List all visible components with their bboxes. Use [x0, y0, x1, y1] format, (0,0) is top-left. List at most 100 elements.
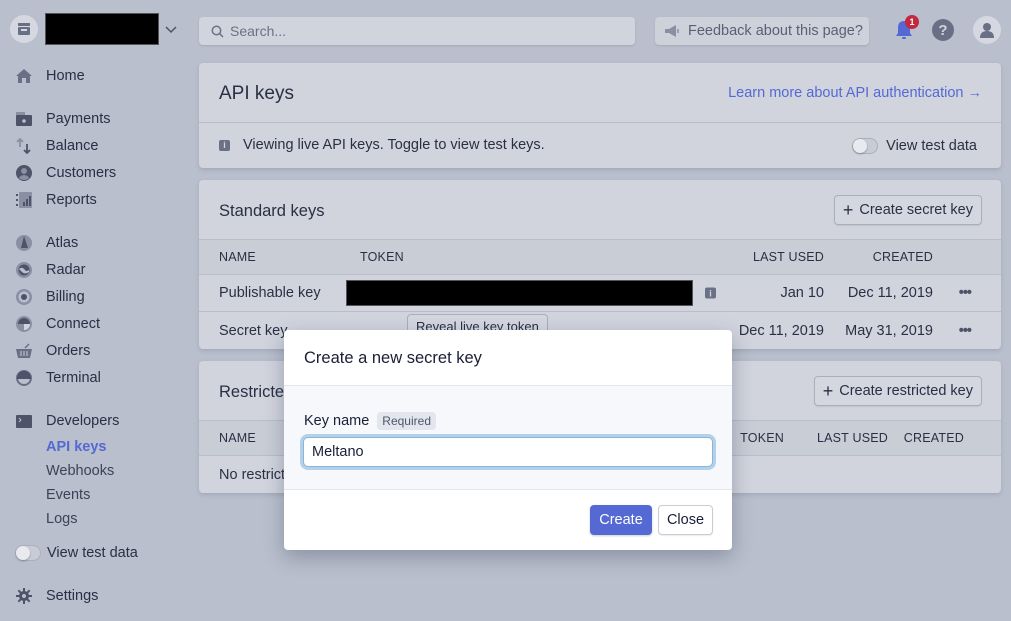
sidebar-item-label: Connect [46, 316, 101, 332]
sidebar-subitem-api-keys[interactable]: API keys [46, 439, 106, 455]
feedback-label: Feedback about this page? [688, 23, 863, 39]
section-title: Standard keys [219, 202, 325, 220]
standard-keys-card: Standard keys + Create secret key NAME T… [199, 180, 1001, 349]
sidebar-subitem-logs[interactable]: Logs [46, 511, 77, 527]
sidebar-item-label: Payments [46, 111, 111, 127]
sidebar: Home Payments Balance Customers Reports … [0, 0, 190, 621]
sidebar-subitem-webhooks[interactable]: Webhooks [46, 463, 114, 479]
modal-title: Create a new secret key [284, 330, 732, 386]
key-name: Secret key [219, 322, 288, 339]
test-data-label: View test data [47, 545, 138, 561]
learn-more-link[interactable]: Learn more about API authentication → [728, 85, 982, 101]
test-data-toggle[interactable] [15, 545, 41, 561]
create-secret-key-modal: Create a new secret key Key name Require… [284, 330, 732, 550]
field-label: Key name [304, 413, 370, 429]
developers-icon [15, 412, 33, 430]
search-input[interactable] [230, 23, 610, 39]
sidebar-item-label: Customers [46, 165, 117, 181]
column-header-name: NAME [219, 250, 256, 264]
notification-badge: 1 [905, 15, 919, 29]
sidebar-item-label: Billing [46, 289, 85, 305]
sidebar-item-balance[interactable]: Balance [15, 135, 98, 157]
sidebar-item-atlas[interactable]: Atlas [15, 232, 78, 254]
sidebar-item-label: Developers [46, 413, 120, 429]
sidebar-item-label: Orders [46, 343, 91, 359]
sidebar-item-orders[interactable]: Orders [15, 340, 90, 362]
store-icon [10, 15, 38, 43]
chevron-down-icon[interactable] [164, 22, 178, 36]
token-redacted [346, 280, 693, 306]
created: Dec 11, 2019 [847, 285, 933, 301]
help-icon[interactable]: ? [932, 19, 954, 41]
sidebar-item-label: Atlas [46, 235, 79, 251]
feedback-button[interactable]: Feedback about this page? [655, 17, 869, 45]
megaphone-icon [665, 25, 679, 37]
key-name-label: Key name Required [304, 412, 436, 430]
payments-icon [15, 110, 33, 128]
column-header-last-used: LAST USED [752, 250, 824, 264]
more-options-icon[interactable]: ••• [959, 323, 972, 339]
sidebar-item-billing[interactable]: Billing [15, 286, 85, 308]
plus-icon: + [822, 381, 834, 401]
sidebar-item-developers[interactable]: Developers [15, 410, 119, 432]
column-header-created: CREATED [872, 250, 933, 264]
modal-body: Key name Required [284, 386, 732, 490]
column-header-name: NAME [219, 431, 256, 445]
create-button[interactable]: Create [590, 505, 652, 535]
sidebar-item-reports[interactable]: Reports [15, 189, 97, 211]
sidebar-item-settings[interactable]: Settings [15, 585, 98, 607]
key-name: Publishable key [219, 285, 321, 301]
column-header-created: CREATED [903, 431, 964, 445]
search-bar[interactable] [199, 17, 635, 45]
orders-icon [15, 342, 33, 360]
avatar[interactable] [973, 16, 1001, 44]
table-row[interactable]: Publishable key i Jan 10 Dec 11, 2019 ••… [199, 275, 1001, 312]
sidebar-item-label: Balance [46, 138, 99, 154]
sidebar-item-payments[interactable]: Payments [15, 108, 110, 130]
button-label: Create secret key [859, 202, 973, 218]
account-name-redacted [45, 13, 159, 45]
sidebar-item-label: Radar [46, 262, 86, 278]
key-name-input[interactable] [303, 437, 713, 467]
sidebar-item-customers[interactable]: Customers [15, 162, 116, 184]
sidebar-item-label: Home [46, 68, 85, 84]
info-banner: i Viewing live API keys. Toggle to view … [219, 137, 545, 153]
divider [199, 122, 1001, 123]
required-badge: Required [377, 412, 436, 430]
connect-icon [15, 315, 33, 333]
info-icon[interactable]: i [705, 287, 716, 299]
sidebar-item-connect[interactable]: Connect [15, 313, 100, 335]
close-button[interactable]: Close [658, 505, 713, 535]
more-options-icon[interactable]: ••• [959, 285, 972, 301]
sidebar-item-label: Settings [46, 588, 99, 604]
created: May 31, 2019 [845, 322, 933, 339]
sidebar-item-label: Reports [46, 192, 97, 208]
sidebar-subitem-events[interactable]: Events [46, 487, 90, 503]
sidebar-item-label: Terminal [46, 370, 101, 386]
atlas-icon [15, 234, 33, 252]
toggle-switch[interactable] [852, 138, 879, 154]
create-restricted-key-button[interactable]: + Create restricted key [813, 376, 982, 406]
reports-icon [15, 191, 33, 209]
last-used: Dec 11, 2019 [738, 322, 824, 339]
terminal-icon [15, 369, 33, 387]
sidebar-view-test-data[interactable]: View test data [15, 542, 138, 564]
balance-icon [15, 137, 33, 155]
customers-icon [15, 164, 33, 182]
sidebar-item-terminal[interactable]: Terminal [15, 367, 101, 389]
user-icon [980, 23, 994, 38]
toggle-label: View test data [886, 138, 977, 154]
sidebar-item-radar[interactable]: Radar [15, 259, 86, 281]
modal-footer: Create Close [284, 490, 732, 550]
create-secret-key-button[interactable]: + Create secret key [833, 195, 982, 225]
page-title: API keys [219, 83, 294, 104]
column-header-last-used: LAST USED [816, 431, 888, 445]
account-switcher[interactable] [10, 13, 178, 45]
last-used: Jan 10 [780, 285, 824, 301]
plus-icon: + [842, 200, 854, 220]
radar-icon [15, 261, 33, 279]
column-header-token: TOKEN [360, 250, 404, 264]
view-test-data-toggle[interactable]: View test data [852, 138, 977, 154]
sidebar-item-home[interactable]: Home [15, 65, 85, 87]
column-header-token: TOKEN [740, 431, 784, 445]
